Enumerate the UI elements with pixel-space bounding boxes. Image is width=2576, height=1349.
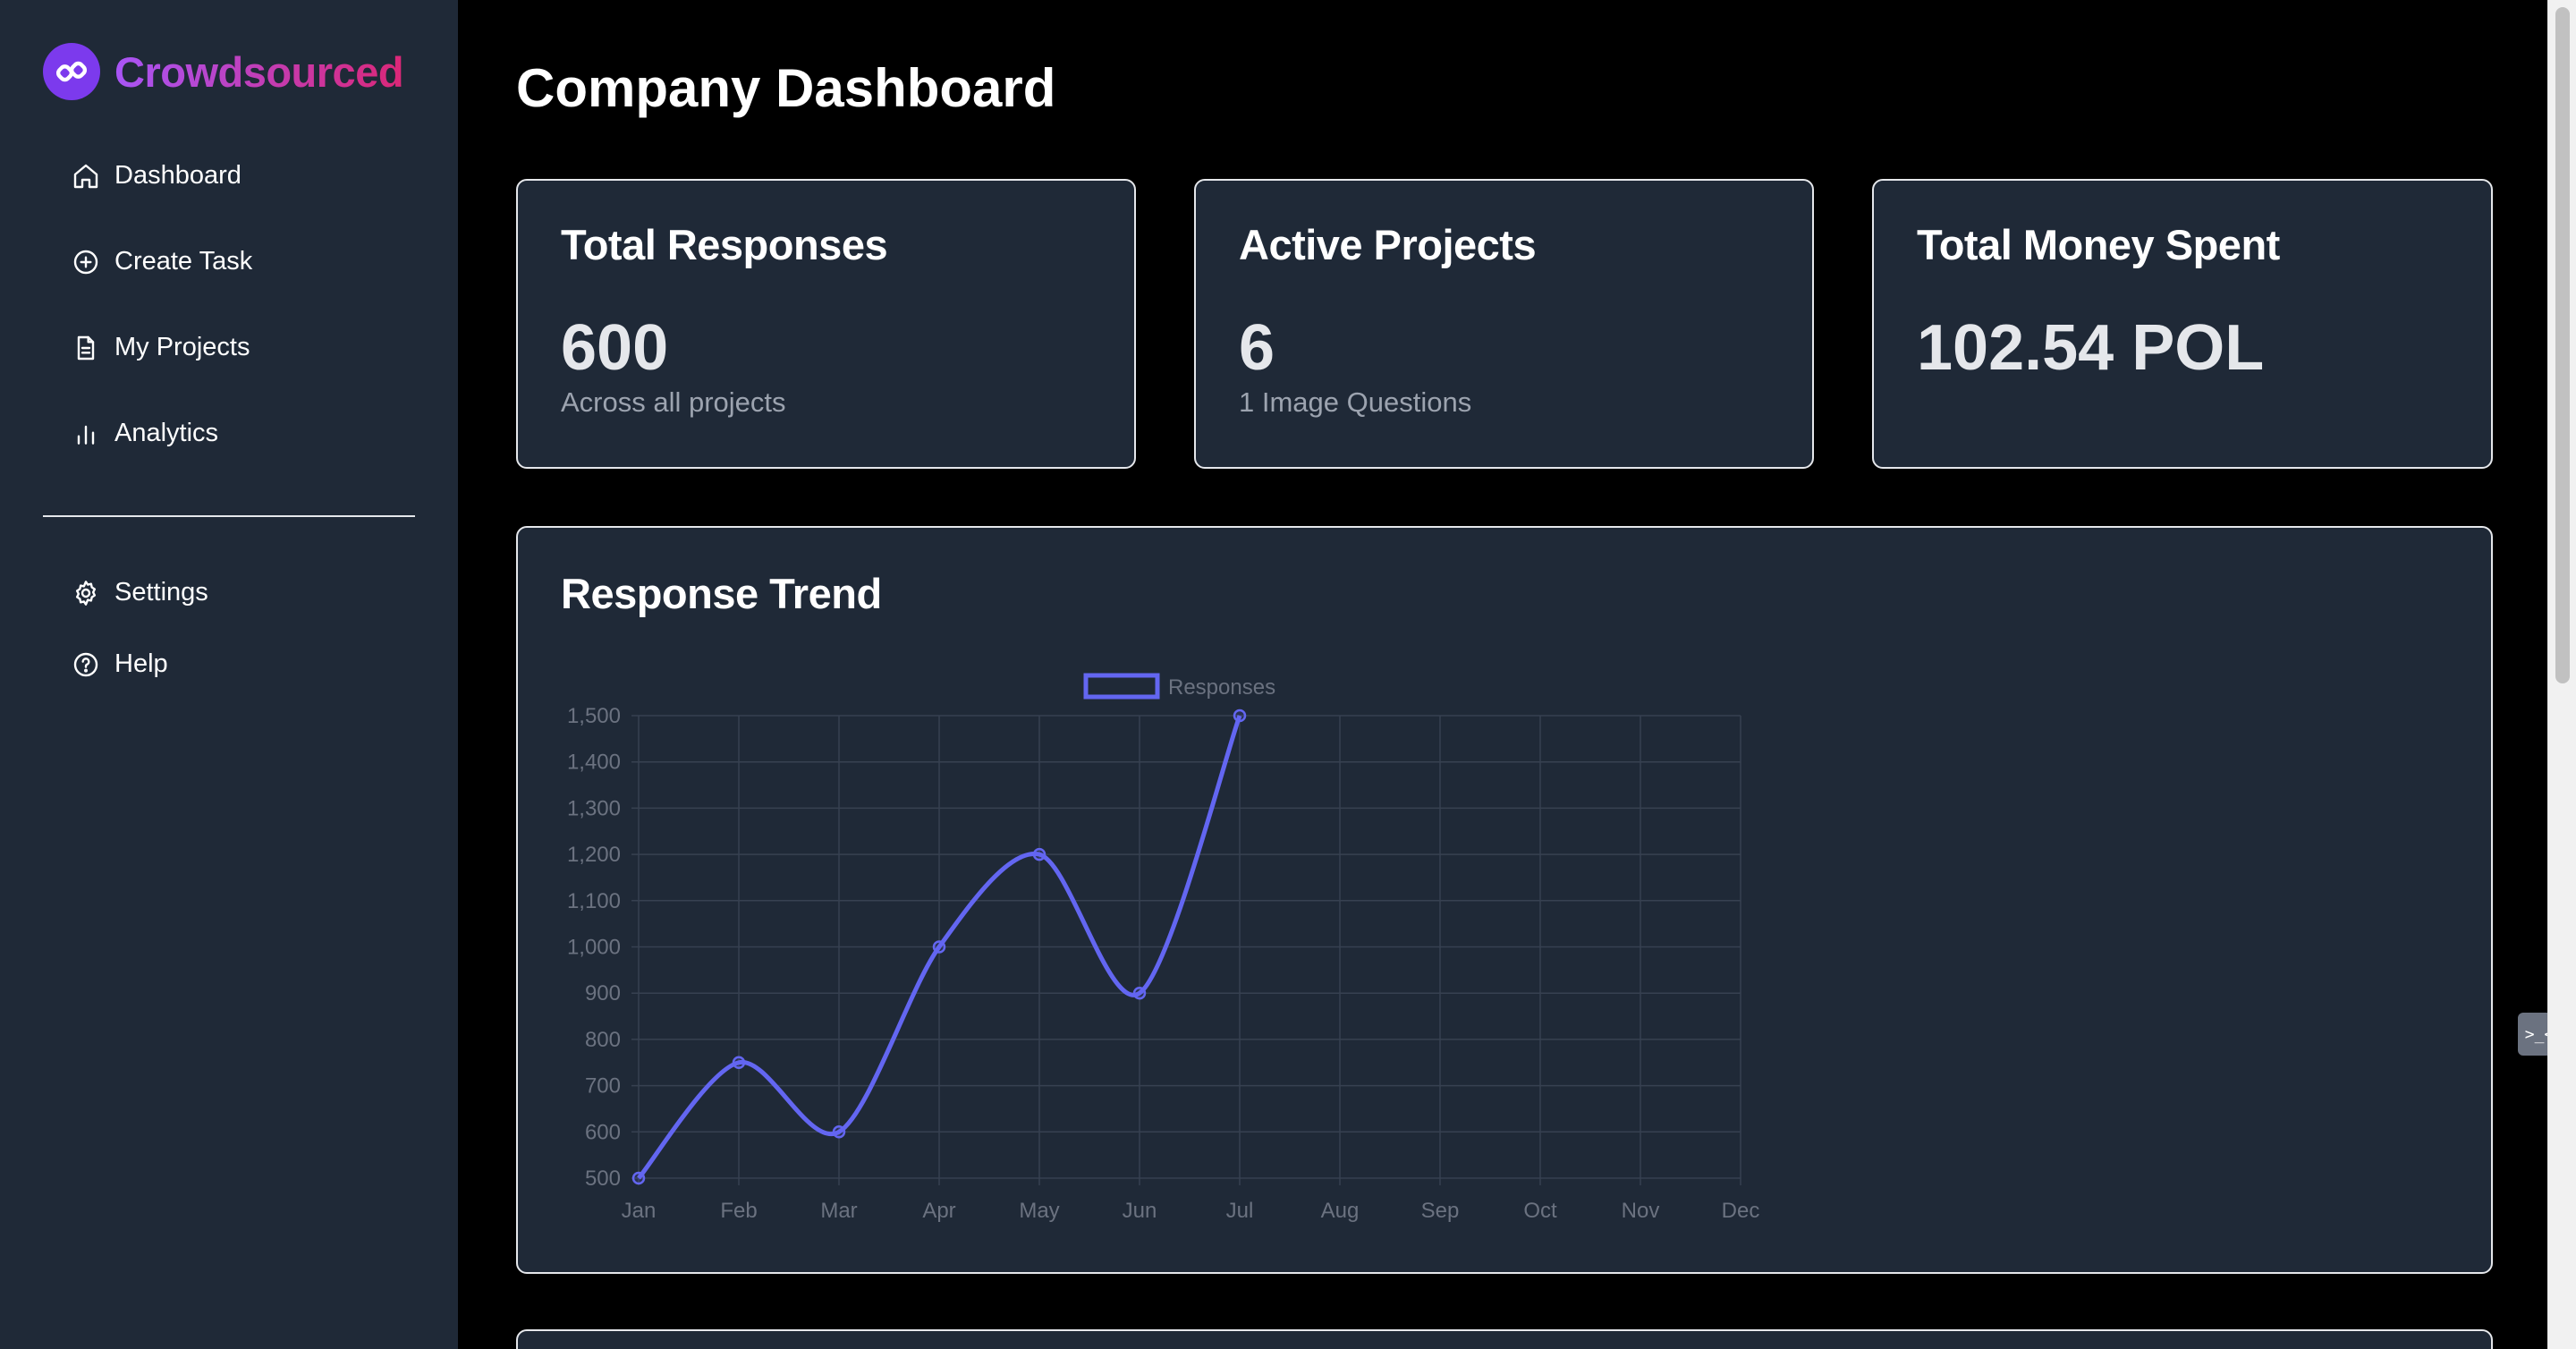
x-tick-label: Dec (1722, 1199, 1760, 1223)
y-tick-label: 900 (585, 981, 621, 1005)
help-circle-icon (72, 650, 100, 679)
link-icon (43, 43, 100, 100)
stat-card-total-responses: Total Responses 600 Across all projects (516, 179, 1136, 469)
stat-card-total-money-spent: Total Money Spent 102.54 POL (1872, 179, 2493, 469)
stat-title: Total Responses (561, 221, 888, 268)
y-tick-label: 500 (585, 1167, 621, 1191)
sidebar-item-label: Dashboard (114, 161, 242, 190)
sidebar-item-dashboard[interactable]: Dashboard (72, 161, 242, 191)
stat-subtitle: Across all projects (561, 386, 786, 418)
legend-swatch (1083, 673, 1160, 700)
y-tick-label: 1,300 (567, 796, 621, 820)
x-tick-label: Aug (1321, 1199, 1360, 1223)
sidebar-item-create-task[interactable]: Create Task (72, 247, 252, 276)
stat-title: Active Projects (1239, 221, 1537, 268)
gear-icon (72, 579, 100, 607)
x-tick-label: Apr (922, 1199, 955, 1223)
y-tick-label: 1,100 (567, 889, 621, 913)
x-tick-label: Nov (1622, 1199, 1660, 1223)
main-content: Company Dashboard Total Responses 600 Ac… (458, 0, 2547, 1349)
data-point (631, 1171, 646, 1185)
data-point (832, 1125, 846, 1139)
x-tick-label: Mar (820, 1199, 857, 1223)
response-trend-chart: 500 600 700 800 900 1,000 1,100 1,200 1,300 1,400… (567, 673, 1760, 1223)
stat-subtitle: 1 Image Questions (1239, 386, 1472, 418)
x-tick-label: Jul (1226, 1199, 1254, 1223)
y-tick-label: 1,400 (567, 751, 621, 775)
y-tick-label: 700 (585, 1074, 621, 1099)
sidebar-item-label: Analytics (114, 419, 219, 447)
scrollbar-thumb[interactable] (2555, 7, 2570, 683)
sidebar-item-settings[interactable]: Settings (72, 578, 208, 607)
stat-card-active-projects: Active Projects 6 1 Image Questions (1194, 179, 1814, 469)
x-tick-label: May (1019, 1199, 1059, 1223)
data-point (1233, 708, 1247, 723)
home-icon (72, 162, 100, 191)
stat-value: 102.54 POL (1917, 312, 2265, 384)
brand-name: Crowdsourced (114, 47, 404, 96)
sidebar-item-help[interactable]: Help (72, 649, 168, 679)
x-tick-label: Jun (1123, 1199, 1157, 1223)
sidebar-item-label: Create Task (114, 247, 253, 276)
data-point (1032, 847, 1046, 861)
stat-value: 6 (1239, 312, 1275, 384)
sidebar-item-label: My Projects (114, 333, 250, 361)
sidebar-item-label: Help (114, 649, 168, 678)
stat-title: Total Money Spent (1917, 221, 2280, 268)
data-point (732, 1056, 746, 1069)
app: Crowdsourced Dashboard Create Task My Pr… (0, 0, 2576, 1349)
sidebar-item-analytics[interactable]: Analytics (72, 419, 218, 448)
x-tick-label: Sep (1421, 1199, 1460, 1223)
bar-chart-icon (72, 420, 100, 448)
y-tick-label: 1,000 (567, 936, 621, 960)
plus-circle-icon (72, 248, 100, 276)
sidebar-item-label: Settings (114, 578, 208, 607)
x-tick-label: Jan (622, 1199, 657, 1223)
next-card (516, 1329, 2493, 1349)
sidebar-divider (43, 515, 415, 517)
stat-value: 600 (561, 312, 669, 384)
legend-label: Responses (1168, 675, 1275, 700)
y-tick-label: 800 (585, 1028, 621, 1052)
scrollbar[interactable] (2547, 0, 2576, 1349)
y-tick-label: 600 (585, 1120, 621, 1144)
response-trend-card: Response Trend 500 600 700 800 900 1,000 1,100… (516, 526, 2493, 1274)
sidebar-item-my-projects[interactable]: My Projects (72, 333, 250, 362)
brand[interactable]: Crowdsourced (43, 43, 404, 100)
x-tick-label: Oct (1523, 1199, 1557, 1223)
page-title: Company Dashboard (516, 58, 1056, 118)
y-tick-label: 1,200 (567, 843, 621, 867)
data-point (1132, 986, 1147, 1000)
data-point (932, 940, 946, 954)
x-tick-label: Feb (720, 1199, 757, 1223)
y-tick-label: 1,500 (567, 704, 621, 728)
sidebar: Crowdsourced Dashboard Create Task My Pr… (0, 0, 458, 1349)
document-icon (72, 334, 100, 362)
